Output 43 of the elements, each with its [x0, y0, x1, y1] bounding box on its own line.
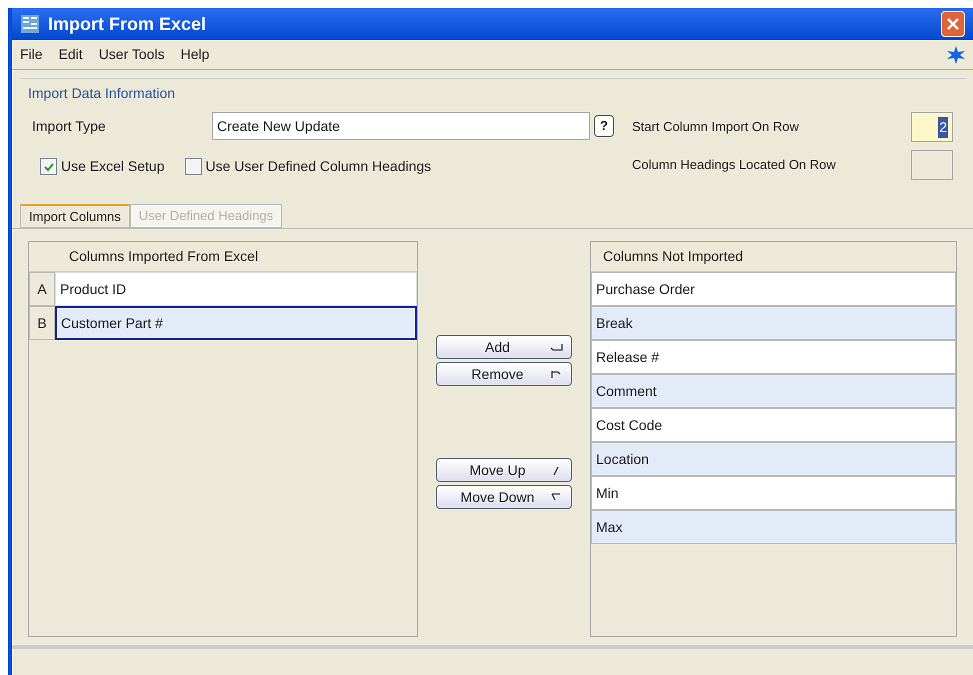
- group-title: Import Data Information: [27, 85, 176, 101]
- field-value: 2: [938, 116, 948, 138]
- list-row[interactable]: Cost Code: [591, 408, 956, 442]
- checkbox[interactable]: [40, 158, 57, 175]
- list-row[interactable]: Comment: [591, 374, 956, 408]
- glyph-icon: [550, 368, 563, 380]
- menu-item[interactable]: Edit: [58, 44, 83, 65]
- field-label: Start Column Import On Row: [632, 118, 799, 136]
- app-icon: [20, 14, 40, 34]
- import-type-field[interactable]: Create New Update: [212, 112, 590, 140]
- checkbox-label: Use User Defined Column Headings: [206, 157, 432, 176]
- list-row[interactable]: Location: [591, 442, 956, 476]
- row-header: A: [29, 272, 55, 306]
- glyph-icon: [550, 342, 563, 352]
- help-button[interactable]: ?: [594, 115, 614, 137]
- checkbox-label: Use Excel Setup: [61, 157, 164, 176]
- list-row[interactable]: Max: [591, 510, 956, 544]
- row-header: B: [29, 306, 55, 340]
- window-title: Import From Excel: [48, 12, 206, 36]
- check-icon: [42, 160, 54, 172]
- list-row[interactable]: Break: [591, 306, 956, 340]
- menu-item[interactable]: Help: [180, 44, 210, 65]
- action-button[interactable]: Remove: [436, 362, 572, 386]
- close-button[interactable]: [941, 11, 965, 37]
- menu-item[interactable]: File: [20, 44, 43, 65]
- checkbox[interactable]: [184, 158, 202, 175]
- field-label: Import Type: [32, 116, 107, 136]
- action-button[interactable]: Move Down: [436, 485, 572, 509]
- action-button[interactable]: Add: [436, 335, 572, 359]
- row-field[interactable]: 2: [911, 112, 953, 142]
- menu-item[interactable]: User Tools: [98, 44, 165, 65]
- field-label: Column Headings Located On Row: [632, 156, 836, 174]
- close-icon: [946, 17, 960, 31]
- list-row[interactable]: Release #: [591, 340, 956, 374]
- list-row[interactable]: Purchase Order: [591, 272, 956, 306]
- glyph-icon: [550, 492, 563, 502]
- action-button[interactable]: Move Up: [436, 458, 572, 482]
- row-field[interactable]: [911, 150, 953, 180]
- list-row[interactable]: Customer Part #: [55, 306, 417, 340]
- tab[interactable]: Import Columns: [20, 204, 130, 228]
- star-icon: [947, 46, 965, 64]
- list-row[interactable]: Product ID: [55, 272, 417, 306]
- list-row[interactable]: Min: [591, 476, 956, 510]
